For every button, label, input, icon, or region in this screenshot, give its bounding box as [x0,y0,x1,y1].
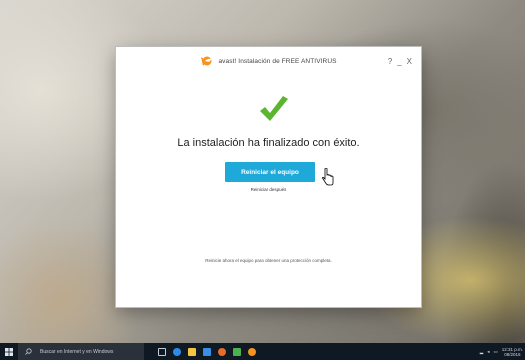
success-headline: La instalación ha finalizado con éxito. [177,137,360,149]
restart-later-link[interactable]: Reiniciar después [116,187,421,192]
avast-logo-icon [201,56,213,66]
help-button[interactable]: ? [388,57,392,66]
desktop-watermark [512,327,513,332]
mouse-pointer-icon [322,168,334,186]
network-icon[interactable]: ▂ [480,349,483,355]
system-tray: ▂ ◂ ▭ 12:31 p.m. 08/2016 [480,343,523,360]
volume-icon[interactable]: ◂ [487,349,489,355]
windows-logo-icon [5,347,13,356]
restart-note: Reinicie ahora el equipo para obtener un… [205,258,332,263]
task-view-icon[interactable] [158,347,166,356]
window-title: avast! Instalación de FREE ANTIVIRUS [218,57,337,65]
taskbar-apps [158,347,256,356]
start-button[interactable] [0,343,18,360]
file-explorer-icon[interactable] [188,347,196,356]
store-icon[interactable] [203,347,211,356]
search-icon [25,348,32,355]
notifications-icon[interactable]: ▭ [493,349,497,355]
avast-taskbar-icon[interactable] [248,347,256,356]
app-icon[interactable] [233,347,241,356]
edge-browser-icon[interactable] [173,347,181,356]
window-titlebar: avast! Instalación de FREE ANTIVIRUS [116,47,421,75]
restart-computer-button[interactable]: Reiniciar el equipo [225,162,315,182]
taskbar-clock[interactable]: 12:31 p.m. 08/2016 [502,347,523,357]
search-placeholder: Buscar en Internet y en Windows [40,348,114,355]
taskbar-search-input[interactable]: Buscar en Internet y en Windows [18,343,144,360]
close-button[interactable]: X [407,57,412,66]
installer-window: avast! Instalación de FREE ANTIVIRUS ? _… [116,47,421,307]
taskbar: Buscar en Internet y en Windows ▂ ◂ ▭ 12… [0,343,525,360]
window-controls: ? _ X [388,47,412,75]
clock-date: 08/2016 [504,351,521,357]
success-check-icon [260,96,288,121]
minimize-button[interactable]: _ [397,57,401,66]
firefox-icon[interactable] [218,347,226,356]
